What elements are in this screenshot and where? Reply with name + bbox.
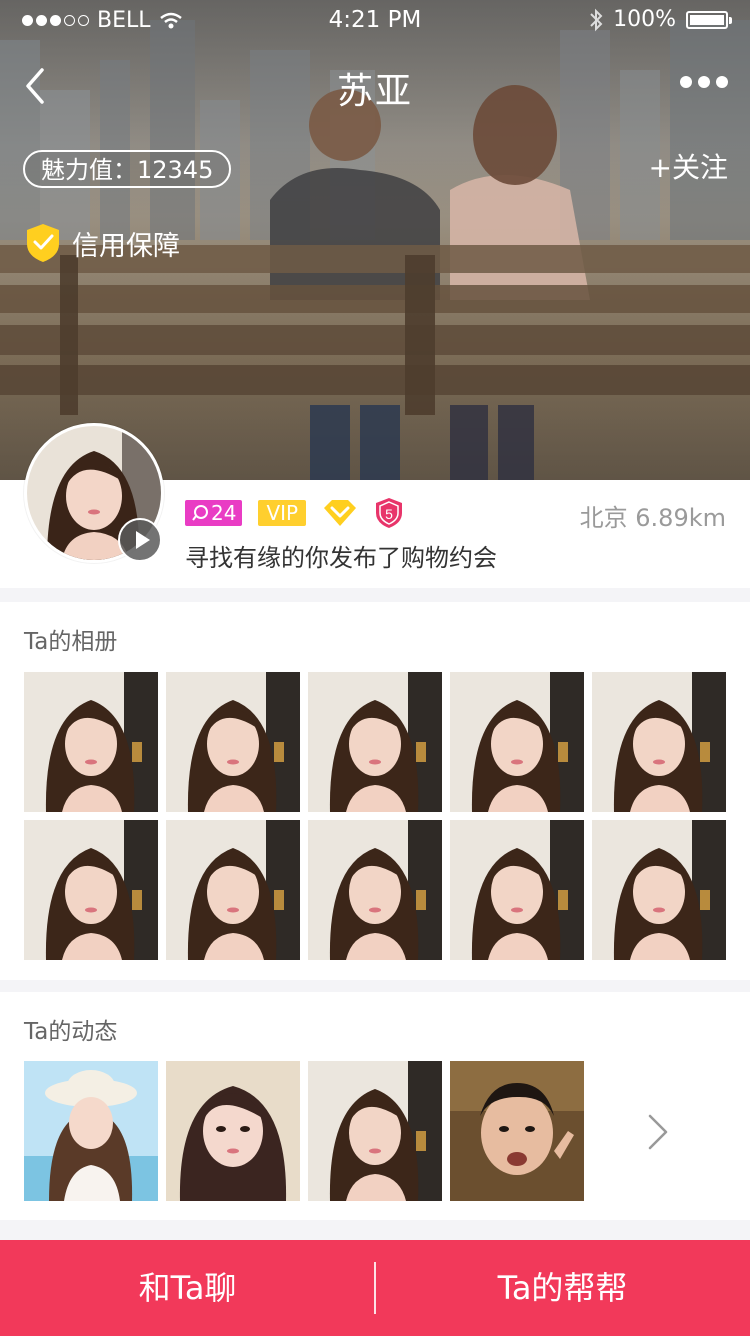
moment-photo[interactable] <box>450 1061 584 1201</box>
album-photo[interactable] <box>166 672 300 812</box>
album-photo[interactable] <box>308 820 442 960</box>
profile-intro: 寻找有缘的你发布了购物约会 <box>185 544 497 572</box>
chat-button[interactable]: 和Ta聊 <box>0 1240 375 1336</box>
credit-guarantee-label: 信用保障 <box>72 230 180 262</box>
chevron-right-icon[interactable] <box>646 1112 670 1152</box>
battery-percentage: 100% <box>613 7 676 32</box>
battery-icon <box>686 10 732 29</box>
moment-photo[interactable] <box>308 1061 442 1201</box>
album-photo[interactable] <box>592 672 726 812</box>
album-photo[interactable] <box>24 820 158 960</box>
play-video-button[interactable] <box>118 518 162 562</box>
location-distance: 北京 6.89km <box>579 504 726 532</box>
profile-badges: 24 VIP 5 <box>185 497 404 529</box>
shield-check-icon <box>27 224 59 262</box>
message-count-badge: 24 <box>185 500 243 526</box>
nav-bar: 苏亚 <box>0 50 750 120</box>
status-bar: BELL 4:21 PM 100% <box>0 0 750 40</box>
credit-guarantee: 信用保障 <box>24 222 180 264</box>
more-button[interactable] <box>680 76 728 88</box>
album-title: Ta的相册 <box>24 629 118 655</box>
help-button[interactable]: Ta的帮帮 <box>375 1240 750 1336</box>
diamond-icon <box>324 500 357 526</box>
level-shield-icon: 5 <box>376 498 403 528</box>
bottom-action-bar: 和Ta聊 Ta的帮帮 <box>0 1240 750 1336</box>
album-photo[interactable] <box>308 672 442 812</box>
moment-photo[interactable] <box>166 1061 300 1201</box>
album-photo[interactable] <box>24 672 158 812</box>
charm-value-badge: 魅力值：12345 <box>23 150 232 188</box>
vip-badge: VIP <box>258 500 307 526</box>
page-title: 苏亚 <box>336 71 413 112</box>
level-number: 5 <box>385 506 393 522</box>
moments-title: Ta的动态 <box>24 1019 118 1045</box>
divider <box>374 1262 376 1314</box>
bluetooth-icon <box>590 8 603 31</box>
album-photo[interactable] <box>450 672 584 812</box>
message-count: 24 <box>211 501 237 525</box>
hero-banner: BELL 4:21 PM 100% 苏亚 魅力值：12345 +关注 信用保障 <box>0 0 750 480</box>
album-photo[interactable] <box>592 820 726 960</box>
follow-button[interactable]: +关注 <box>649 146 728 186</box>
album-photo[interactable] <box>450 820 584 960</box>
moment-photo[interactable] <box>24 1061 158 1201</box>
album-photo[interactable] <box>166 820 300 960</box>
chat-bubble-icon <box>192 505 208 521</box>
